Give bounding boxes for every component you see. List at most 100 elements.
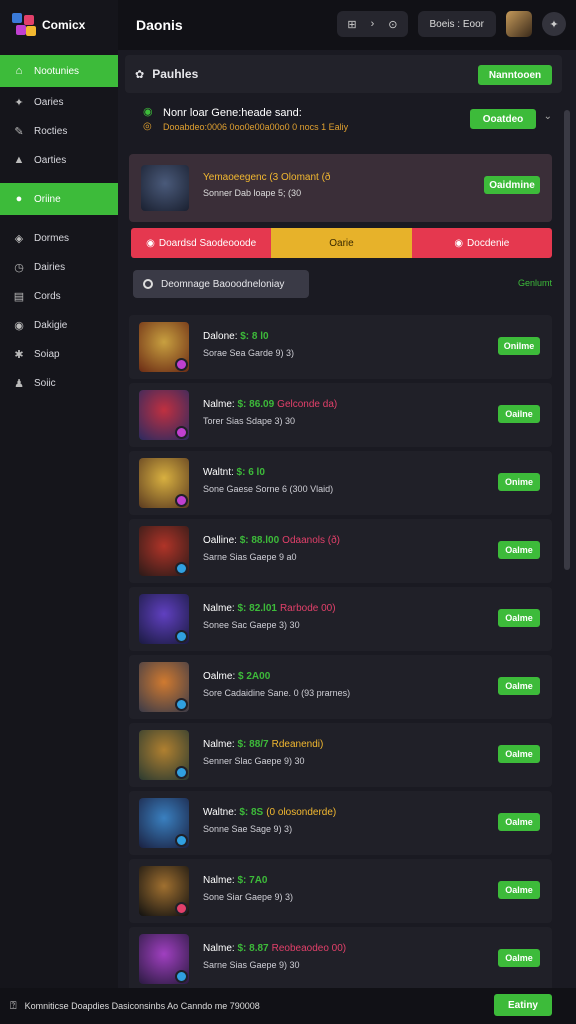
item-subtitle: Sone Siar Gaepe 9) 3) [203, 892, 294, 902]
sidebar-item-6[interactable]: ◷ Dairies [0, 253, 118, 281]
item-title: Dalone: $: 8 l0 [203, 331, 272, 342]
list-item[interactable]: Dalone: $: 8 l0 Sorae Sea Garde 9) 3) Onil… [129, 315, 552, 379]
sidebar-item-7[interactable]: ▤ Cords [0, 282, 118, 310]
item-subtitle: Sarne Sias Gaepe 9) 30 [203, 960, 300, 970]
item-subtitle: Senner Slac Gaepe 9) 30 [203, 756, 305, 766]
puzzle-icon: ✿ [135, 68, 145, 81]
filter-link[interactable]: Genlumt [518, 278, 552, 288]
featured-title: Yemaoeegenc (3 Olomant (ð [203, 172, 331, 183]
sidebar-item-0[interactable]: ⌂ Nootunies [0, 55, 118, 87]
platform-badge-icon [175, 766, 188, 779]
sidebar-item-label: Nootunies [34, 65, 80, 77]
sidebar-item-4[interactable]: ● Oriine [0, 183, 118, 215]
puzzle-icon: ✦ [14, 96, 24, 109]
item-amount: $: 8.87 [237, 943, 269, 954]
item-tag: Odaanols (ð) [282, 535, 340, 546]
brand[interactable]: Comicx [0, 0, 118, 50]
user-icon: ♟ [14, 377, 24, 390]
filter-dropdown[interactable]: Deomnage Baooodneloniay [133, 270, 309, 298]
sidebar-item-2[interactable]: ✎ Rocties [0, 117, 118, 145]
tab-left-icon: ◉ [146, 237, 155, 249]
sidebar-item-3[interactable]: ▲ Oarties [0, 146, 118, 174]
item-action-button[interactable]: Oalme [498, 813, 540, 831]
sidebar-item-label: Dormes [34, 232, 70, 244]
toolbar-group: ⊞ › ⊙ [337, 11, 408, 37]
footer-bar: ⍰ Komniticse Doapdies Dasiconsinbs Ao Ca… [0, 988, 576, 1024]
item-amount: $: 8 l0 [240, 331, 269, 342]
sidebar-item-10[interactable]: ♟ Soiic [0, 369, 118, 397]
panel-action-button[interactable]: Nanntooen [478, 65, 552, 85]
sidebar-item-5[interactable]: ◈ Dormes [0, 224, 118, 252]
platform-badge-icon [175, 902, 188, 915]
sidebar-item-label: Dakigie [34, 319, 68, 331]
tab-right[interactable]: ◉ Docdenie [411, 228, 552, 258]
platform-badge-icon [175, 698, 188, 711]
top-bar: Comicx Daonis ⊞ › ⊙ Boeis : Eoor ✦ [0, 0, 576, 50]
game-icon: ◈ [14, 232, 24, 245]
item-name: Dalone: [203, 331, 238, 342]
tab-left[interactable]: ◉ Doardsd Saodeooode [131, 228, 272, 258]
item-name: Nalme: [203, 603, 235, 614]
chevron-right-icon[interactable]: › [371, 18, 375, 30]
scrollbar[interactable] [564, 110, 570, 570]
status-chip[interactable]: Boeis : Eoor [417, 11, 496, 37]
list-item[interactable]: Waltne: $: 8S (0 olosonderde) Sonne Sae Sa… [129, 791, 552, 855]
item-subtitle: Torer Sias Sdape 3) 30 [203, 416, 296, 426]
item-tag: (0 olosonderde) [266, 807, 337, 818]
item-action-button[interactable]: Oalme [498, 881, 540, 899]
item-name: Nalme: [203, 875, 235, 886]
sidebar-item-1[interactable]: ✦ Oaries [0, 88, 118, 116]
chevron-down-icon[interactable]: ⌄ [544, 111, 552, 122]
list-item[interactable]: Waltnt: $: 6 l0 Sone Gaese Sorne 6 (300 V… [129, 451, 552, 515]
list-item[interactable]: Oalme: $ 2A00 Sore Cadaidine Sane. 0 (93 … [129, 655, 552, 719]
check-icon: ◉ [143, 106, 153, 118]
item-action-button[interactable]: Oalme [498, 609, 540, 627]
item-title: Waltnt: $: 6 l0 [203, 467, 268, 478]
list-item[interactable]: Nalme: $: 8.87 Reobeaodeo 00) Sarne Sias G… [129, 927, 552, 988]
notice-action-button[interactable]: Ooatdeo [470, 109, 536, 129]
platform-badge-icon [175, 562, 188, 575]
item-title: Nalme: $: 7A0 [203, 875, 270, 886]
item-name: Oalme: [203, 671, 236, 682]
item-subtitle: Sore Cadaidine Sane. 0 (93 prarnes) [203, 688, 351, 698]
footer-action-button[interactable]: Eatiny [494, 994, 552, 1016]
item-name: Nalme: [203, 399, 235, 410]
featured-card[interactable]: Yemaoeegenc (3 Olomant (ð Sonner Dab loa… [129, 154, 552, 222]
item-action-button[interactable]: Oalme [498, 677, 540, 695]
list-item[interactable]: Nalme: $: 7A0 Sone Siar Gaepe 9) 3) Oalme [129, 859, 552, 923]
item-title: Nalme: $: 8.87 Reobeaodeo 00) [203, 943, 346, 954]
item-subtitle: Sonee Sac Gaepe 3) 30 [203, 620, 300, 630]
tab-middle[interactable]: Oarie [271, 228, 412, 258]
list-item[interactable]: Nalme: $: 82.l01 Rarbode 00) Sonee Sac Gae… [129, 587, 552, 651]
filter-label: Deomnage Baooodneloniay [161, 278, 285, 290]
item-tag: Reobeaodeo 00) [271, 943, 347, 954]
platform-badge-icon [175, 630, 188, 643]
gear-icon: ✱ [14, 348, 24, 361]
category-tabs: ◉ Doardsd Saodeooode Oarie ◉ Docdenie [131, 228, 552, 258]
card-icon: ▤ [13, 290, 25, 303]
item-name: Waltne: [203, 807, 237, 818]
item-action-button[interactable]: Onilme [498, 337, 540, 355]
item-amount: $: 88/7 [237, 739, 269, 750]
item-action-button[interactable]: Oalme [498, 949, 540, 967]
list-item[interactable]: Oalline: $: 88.l00 Odaanols (ð) Sarne Sias… [129, 519, 552, 583]
list-item[interactable]: Nalme: $: 86.09 Gelconde da) Torer Sias Sd… [129, 383, 552, 447]
item-action-button[interactable]: Oailne [498, 405, 540, 423]
sidebar-item-9[interactable]: ✱ Soiap [0, 340, 118, 368]
list-item[interactable]: Nalme: $: 88/7 Rdeanendi) Senner Slac Gaep… [129, 723, 552, 787]
item-action-button[interactable]: Oalme [498, 541, 540, 559]
item-amount: $: 8S [239, 807, 264, 818]
window-icon[interactable]: ⊞ [347, 18, 356, 31]
target-icon[interactable]: ⊙ [388, 18, 397, 31]
item-action-button[interactable]: Onime [498, 473, 540, 491]
item-subtitle: Sorae Sea Garde 9) 3) [203, 348, 295, 358]
item-subtitle: Sone Gaese Sorne 6 (300 Vlaid) [203, 484, 334, 494]
tab-right-icon: ◉ [454, 237, 464, 249]
sidebar-item-8[interactable]: ◉ Dakigie [0, 311, 118, 339]
item-action-button[interactable]: Oalme [498, 745, 540, 763]
settings-icon[interactable]: ✦ [542, 12, 566, 36]
featured-action-button[interactable]: Oaidmine [484, 176, 540, 194]
avatar[interactable] [506, 11, 532, 37]
item-tag: Rarbode 00) [279, 603, 336, 614]
